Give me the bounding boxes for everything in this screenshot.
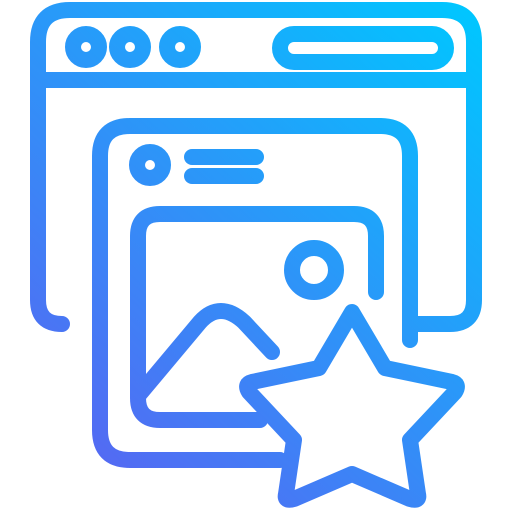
window-dot-icon	[65, 26, 107, 68]
avatar-icon	[129, 144, 171, 186]
window-dot-icon	[109, 26, 151, 68]
star-icon	[239, 304, 465, 508]
sun-icon	[284, 240, 344, 300]
browser-image-favorite-icon	[30, 2, 482, 508]
window-dot-icon	[159, 26, 201, 68]
icon-canvas	[0, 0, 512, 512]
address-bar	[272, 26, 454, 70]
